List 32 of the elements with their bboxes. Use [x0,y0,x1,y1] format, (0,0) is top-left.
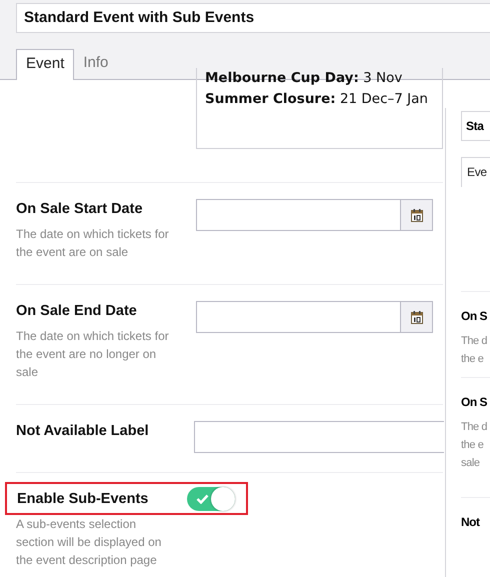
calendar-button[interactable] [400,302,432,332]
calendar-icon [410,310,422,324]
notes-textarea[interactable]: Melbourne Cup Day: 3 Nov Summer Closure: 21 Dec–7 Jan [196,68,443,149]
field-label: Enable Sub-Events [17,490,150,508]
calendar-icon [410,208,422,222]
toggle-switch[interactable] [187,486,235,510]
text-field[interactable] [194,421,444,453]
field-description: The d [461,334,488,349]
note-line: Melbourne Cup Day: 3 Nov [205,69,404,88]
field-label: On S [461,308,488,325]
field-label: Not [461,514,481,531]
note-line: Summer Closure: 21 Dec–7 Jan [205,90,429,109]
field-label: On S [461,394,488,411]
field-description: the e [461,438,484,453]
field-label: On Sale Start Date [16,200,144,218]
title-field[interactable]: Sta [461,111,490,141]
field-description: sale [461,456,481,471]
calendar-button[interactable] [400,200,432,230]
field-description: The date on which tickets for the event are on sale [16,226,170,261]
title-field[interactable]: Standard Event with Sub Events [16,3,490,33]
tab[interactable]: Info [74,49,118,79]
field-label: Not Available Label [16,422,150,440]
date-field[interactable] [196,301,433,333]
tab[interactable]: Eve [461,157,490,187]
field-description: The date on which tickets for the event are no longer on sale [16,328,170,381]
field-description: The d [461,420,488,435]
field-description: the e [461,352,484,367]
check-icon [196,494,209,504]
field-description: A sub-events selection section will be displayed on the event description page [16,516,162,569]
field-label: On Sale End Date [16,302,138,320]
tab[interactable]: Event [16,49,74,80]
date-field[interactable] [196,199,433,231]
